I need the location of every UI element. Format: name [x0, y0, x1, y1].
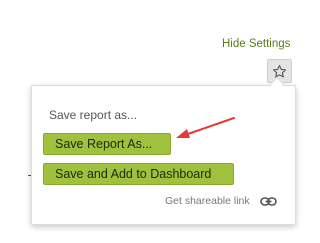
hide-settings-link[interactable]: Hide Settings [222, 38, 290, 50]
red-arrow-icon [176, 117, 235, 138]
save-and-add-to-dashboard-button[interactable]: Save and Add to Dashboard [43, 163, 234, 185]
get-shareable-link[interactable]: Get shareable link [165, 195, 250, 207]
link-icon[interactable] [260, 196, 277, 207]
popup-title: Save report as... [49, 108, 138, 122]
save-report-popup: Save report as... Save Report As... Save… [31, 85, 296, 225]
star-icon [272, 64, 287, 77]
page: Hide Settings Save report as... Save Rep… [0, 0, 303, 243]
save-report-as-button[interactable]: Save Report As... [43, 133, 171, 155]
